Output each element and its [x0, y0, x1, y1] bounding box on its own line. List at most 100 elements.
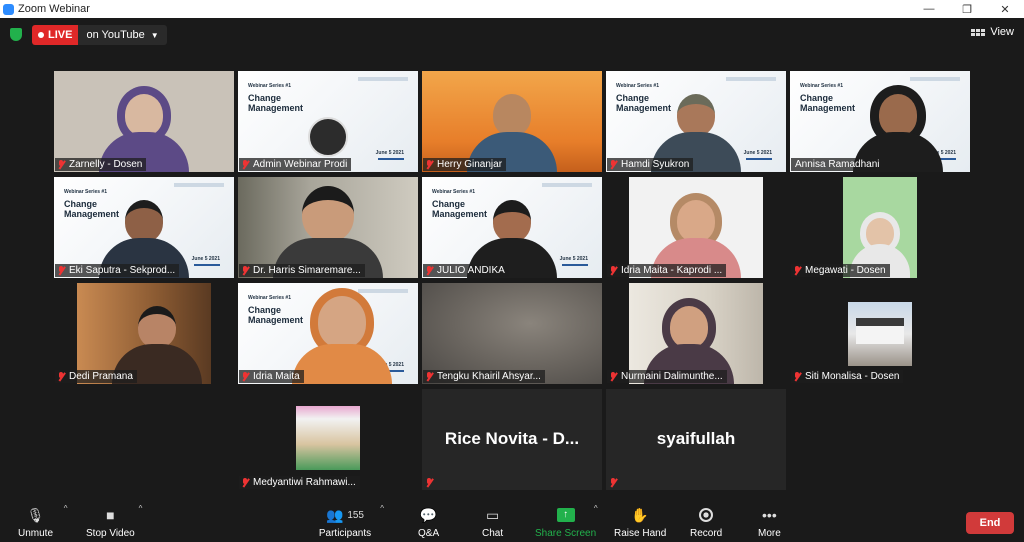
participant-name: Dedi Pramana [55, 370, 137, 383]
muted-mic-icon [609, 160, 617, 169]
video-tile[interactable]: Webinar Series #1 Change Management June … [238, 71, 418, 172]
video-tile[interactable]: Siti Monalisa - Dosen [790, 283, 970, 384]
participant-name: Siti Monalisa - Dosen [791, 370, 904, 383]
video-tile[interactable]: Rice Novita - D... [422, 389, 602, 490]
slide-date: June 5 2021 [375, 150, 404, 156]
video-tile[interactable]: Idria Maita - Kaprodi ... [606, 177, 786, 278]
muted-mic-icon [57, 266, 65, 275]
end-button[interactable]: End [966, 512, 1014, 534]
live-destination[interactable]: on YouTube ▼ [78, 25, 167, 45]
qa-label: Q&A [418, 528, 440, 539]
muted-mic-icon [425, 478, 433, 487]
video-camera-icon: ■ ^ [106, 504, 143, 523]
muted-mic-icon [425, 372, 433, 381]
chat-button[interactable]: ▭ Chat [482, 506, 503, 540]
participant-name: Herry Ginanjar [423, 158, 507, 171]
live-stream-indicator[interactable]: LIVE on YouTube ▼ [32, 25, 167, 45]
raise-hand-icon: ✋ [631, 506, 649, 523]
view-label: View [990, 26, 1014, 38]
muted-mic-icon [793, 372, 801, 381]
slide-title-line1: Change [800, 93, 834, 103]
share-screen-button[interactable]: ↑ ^ Share Screen [535, 504, 598, 539]
participant-display-name: syaifullah [656, 429, 736, 448]
security-shield-icon[interactable] [10, 28, 22, 41]
participant-display-name: Rice Novita - D... [444, 429, 580, 448]
video-tile-active-speaker[interactable]: Webinar Series #1 Change Management June … [790, 71, 970, 172]
slide-series: Webinar Series #1 [616, 83, 659, 89]
unmute-button[interactable]: 🎙 ^ Unmute [18, 504, 68, 539]
slide-date: June 5 2021 [191, 256, 220, 262]
participant-name: Nurmaini Dalimunthe... [607, 370, 727, 383]
more-label: More [758, 528, 781, 539]
video-tile[interactable]: Nurmaini Dalimunthe... [606, 283, 786, 384]
chevron-up-icon[interactable]: ^ [64, 504, 68, 513]
record-icon [696, 506, 716, 524]
slide-title-line2: Management [800, 103, 856, 113]
video-tile[interactable]: Dr. Harris Simaremare... [238, 177, 418, 278]
chevron-up-icon[interactable]: ^ [594, 504, 598, 513]
maximize-button[interactable]: ❐ [948, 0, 986, 18]
share-screen-label: Share Screen [535, 528, 597, 539]
video-tile[interactable]: Webinar Series #1 Change Management June … [606, 71, 786, 172]
more-dots-icon: ••• [762, 507, 777, 523]
participant-video [843, 177, 917, 278]
record-label: Record [690, 528, 723, 539]
participant-video [292, 296, 393, 384]
participants-button[interactable]: 👥 155 ^ Participants [318, 504, 384, 539]
meeting-toolbar: 🎙 ^ Unmute ■ ^ Stop Video 👥 155 ^ Participa… [0, 500, 1024, 542]
record-button[interactable]: Record [690, 506, 722, 539]
video-tile[interactable]: Zarnelly - Dosen [54, 71, 234, 172]
video-tile[interactable]: Webinar Series #1 Change Management June … [422, 177, 602, 278]
slide-series: Webinar Series #1 [248, 83, 291, 89]
participant-name: Megawati - Dosen [791, 264, 890, 277]
video-tile[interactable]: Webinar Series #1 Change Management June … [238, 283, 418, 384]
slide-title-line2: Management [248, 103, 304, 113]
slide-date: June 5 2021 [743, 150, 772, 156]
chevron-up-icon[interactable]: ^ [139, 504, 143, 513]
zoom-app-icon [3, 3, 14, 15]
video-tile[interactable]: Dedi Pramana [54, 283, 234, 384]
live-badge: LIVE [32, 25, 79, 45]
participant-name: Annisa Ramadhani [791, 158, 884, 171]
raise-hand-button[interactable]: ✋ Raise Hand [614, 506, 667, 540]
participants-count: 155 [347, 509, 364, 521]
muted-mic-icon [57, 160, 65, 169]
chevron-down-icon: ▼ [150, 30, 159, 40]
participant-name: Tengku Khairil Ahsyar... [423, 370, 545, 383]
muted-mic-icon [241, 478, 249, 487]
live-destination-label: on YouTube [86, 29, 145, 41]
video-tile[interactable]: syaifullah [606, 389, 786, 490]
more-button[interactable]: ••• More [758, 506, 781, 539]
view-button[interactable]: View [971, 26, 1014, 38]
participants-label: Participants [318, 528, 372, 539]
participant-name: Idria Maita - Kaprodi ... [607, 264, 727, 277]
stop-video-button[interactable]: ■ ^ Stop Video [86, 504, 143, 539]
participant-name: Dr. Harris Simaremare... [239, 264, 365, 277]
qa-button[interactable]: 💬 Q&A [418, 506, 440, 540]
minimize-button[interactable]: — [910, 0, 948, 18]
video-tile[interactable]: Tengku Khairil Ahsyar... [422, 283, 602, 384]
video-tile[interactable]: Webinar Series #1 Change Management June … [54, 177, 234, 278]
participant-name: Hamdi Syukron [607, 158, 694, 171]
muted-mic-icon [425, 160, 433, 169]
window-title: Zoom Webinar [18, 3, 90, 15]
participant-name: Admin Webinar Prodi [239, 158, 352, 171]
window-controls: — ❐ ✕ [910, 0, 1024, 18]
chevron-up-icon[interactable]: ^ [380, 504, 384, 513]
muted-mic-icon [609, 266, 617, 275]
participant-video [848, 302, 912, 366]
slide-title-line1: Change [248, 93, 282, 103]
slide-date: June 5 2021 [559, 256, 588, 262]
muted-mic-icon [793, 266, 801, 275]
video-tile[interactable]: Herry Ginanjar [422, 71, 602, 172]
participant-name: JULIO ANDIKA [423, 264, 509, 277]
raise-hand-label: Raise Hand [614, 528, 667, 539]
video-tile[interactable]: Medyantiwi Rahmawi... [238, 389, 418, 490]
chat-icon: ▭ [485, 506, 500, 523]
close-button[interactable]: ✕ [986, 0, 1024, 18]
muted-mic-icon [241, 266, 249, 275]
slide-series: Webinar Series #1 [800, 83, 843, 89]
qa-icon: 💬 [419, 506, 438, 523]
participant-video [629, 283, 763, 384]
video-tile[interactable]: Megawati - Dosen [790, 177, 970, 278]
